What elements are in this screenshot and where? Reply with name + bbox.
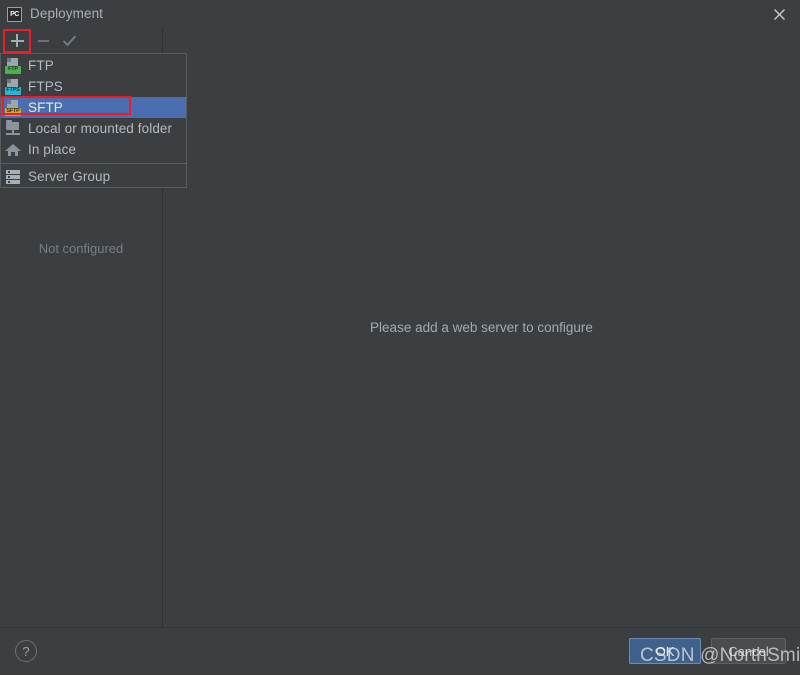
ftp-icon-tag: FTP (5, 65, 21, 74)
check-icon (62, 34, 77, 48)
help-label: ? (22, 643, 30, 659)
title-bar: PC Deployment (0, 0, 800, 28)
not-configured-label: Not configured (38, 241, 124, 256)
empty-state-message: Please add a web server to configure (370, 320, 593, 335)
sftp-icon: SFTP (5, 99, 21, 116)
add-server-dropdown: FTP FTP FTPS FTPS SFTP SFTP Local or mou… (0, 53, 187, 188)
menu-item-in-place[interactable]: In place (1, 139, 186, 160)
menu-item-label: SFTP (28, 99, 63, 115)
minus-icon (37, 39, 49, 42)
ftps-icon: FTPS (5, 78, 21, 95)
pycharm-icon: PC (7, 7, 22, 22)
sftp-icon-tag: SFTP (5, 107, 21, 116)
ftps-icon-tag: FTPS (5, 86, 21, 95)
menu-item-label: FTPS (28, 78, 63, 94)
deployment-toolbar (0, 28, 162, 53)
home-icon (5, 142, 21, 158)
menu-item-server-group[interactable]: Server Group (1, 166, 186, 187)
ok-button[interactable]: OK (629, 638, 701, 664)
use-as-default-button[interactable] (56, 30, 82, 52)
menu-item-sftp[interactable]: SFTP SFTP (1, 97, 186, 118)
help-icon[interactable]: ? (15, 640, 37, 662)
plus-icon (10, 34, 24, 47)
menu-item-ftps[interactable]: FTPS FTPS (1, 76, 186, 97)
local-folder-icon (5, 119, 21, 137)
menu-item-label: In place (28, 141, 77, 157)
remove-server-button[interactable] (30, 30, 56, 52)
menu-item-label: Local or mounted folder (28, 120, 173, 136)
server-group-icon (5, 169, 21, 185)
menu-item-label: Server Group (28, 168, 111, 184)
deployment-dialog: PC Deployment Not configured Please add … (0, 0, 800, 675)
menu-item-ftp[interactable]: FTP FTP (1, 55, 186, 76)
menu-item-local-or-mounted-folder[interactable]: Local or mounted folder (1, 118, 186, 139)
cancel-button[interactable]: Cancel (711, 638, 786, 664)
page-title: Deployment (30, 6, 104, 21)
add-server-button[interactable] (3, 28, 31, 53)
pycharm-icon-text: PC (10, 11, 19, 18)
menu-item-label: FTP (28, 57, 54, 73)
menu-separator (1, 163, 186, 164)
ftp-icon: FTP (5, 57, 21, 74)
server-config-panel: Please add a web server to configure (163, 28, 800, 627)
close-icon[interactable] (770, 5, 788, 23)
